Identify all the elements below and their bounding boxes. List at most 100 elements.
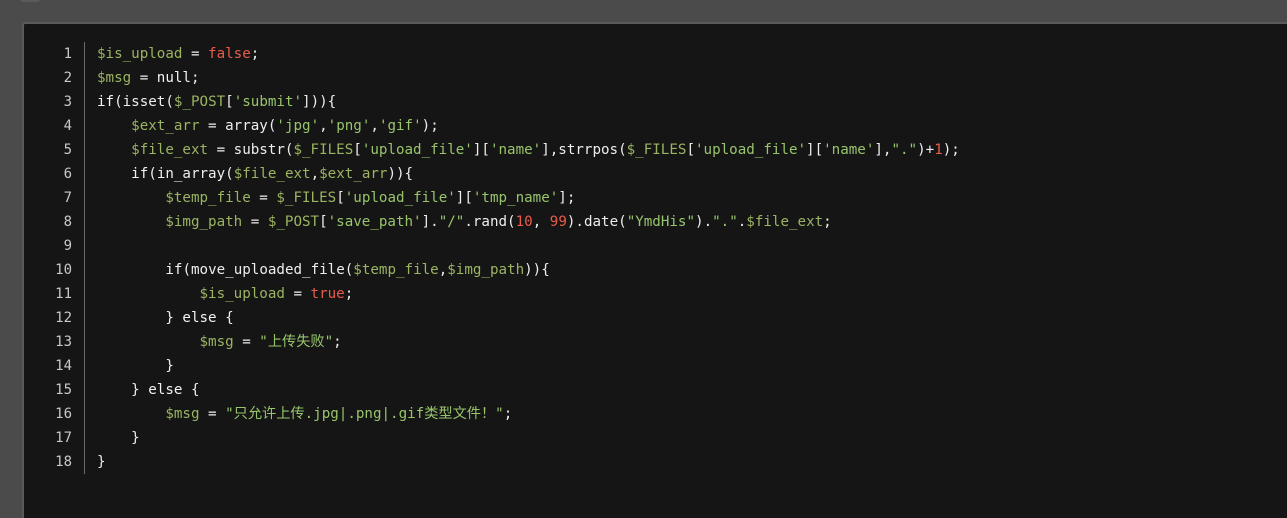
code-token: ],	[541, 142, 559, 158]
code-line: 11 $is_upload = true;	[48, 282, 1287, 306]
code-token: isset	[122, 94, 166, 110]
code-token: 'name'	[823, 142, 875, 158]
line-code: }	[97, 354, 174, 378]
line-number: 18	[55, 454, 72, 470]
code-token: ][	[806, 142, 824, 158]
code-token: (	[507, 214, 516, 230]
code-token: =	[199, 406, 226, 422]
code-token: 'submit'	[233, 94, 303, 110]
line-number: 10	[55, 262, 72, 278]
code-token: "."	[891, 142, 918, 158]
gutter-divider	[84, 114, 85, 138]
line-code: }	[97, 426, 140, 450]
code-token: true	[310, 286, 345, 302]
code-token: rand	[472, 214, 508, 230]
code-token: $_POST	[267, 214, 320, 230]
gutter-divider	[84, 402, 85, 426]
code-token: $temp_file	[353, 262, 439, 278]
line-number: 4	[63, 118, 72, 134]
code-token: else	[182, 310, 217, 326]
code-token: }	[97, 430, 140, 446]
code-token: ).	[695, 214, 713, 230]
code-token: ,	[370, 118, 379, 134]
code-token: false	[208, 46, 251, 62]
line-number: 17	[55, 430, 72, 446]
code-token: $_FILES	[293, 142, 354, 158]
code-token: [	[353, 142, 362, 158]
line-code: }	[97, 450, 106, 474]
code-token: $msg	[199, 334, 234, 350]
code-token: [	[336, 190, 345, 206]
line-code: $is_upload = false;	[97, 42, 259, 66]
code-line: 14 }	[48, 354, 1287, 378]
code-token: if	[97, 94, 115, 110]
code-token: =	[131, 70, 157, 86]
code-token: (	[344, 262, 354, 278]
code-token: [	[686, 142, 695, 158]
code-token: in_array	[156, 166, 226, 182]
code-token: [	[319, 214, 328, 230]
code-token: (	[618, 214, 627, 230]
line-code: if(in_array($file_ext,$ext_arr)){	[97, 162, 413, 186]
code-token: {	[182, 382, 200, 398]
line-number: 8	[63, 214, 72, 230]
code-token: "YmdHis"	[626, 214, 696, 230]
code-token: =	[242, 214, 268, 230]
line-code: $msg = "只允许上传.jpg|.png|.gif类型文件！";	[97, 402, 512, 426]
code-token: $ext_arr	[319, 166, 388, 182]
line-number: 1	[63, 46, 72, 62]
code-line: 17 }	[48, 426, 1287, 450]
code-token: ;	[250, 46, 260, 62]
code-token: );	[421, 118, 439, 134]
code-line: 2 $msg = null;	[48, 66, 1287, 90]
code-block[interactable]: 1 $is_upload = false; 2 $msg = null; 3 if ( iss…	[22, 22, 1287, 518]
code-token: ])){	[302, 94, 337, 110]
line-code: $img_path = $_POST['save_path']."/".rand…	[97, 210, 831, 234]
gutter-divider	[84, 210, 85, 234]
code-token: }	[97, 382, 149, 398]
gutter-divider	[84, 234, 85, 258]
code-line: 18}	[48, 450, 1287, 474]
code-token: "/"	[438, 214, 465, 230]
line-number: 15	[55, 382, 72, 398]
line-number: 14	[55, 358, 72, 374]
gutter-divider	[84, 330, 85, 354]
code-token: "只允许上传.jpg|.png|.gif类型文件！"	[225, 406, 504, 422]
code-token: );	[942, 142, 960, 158]
line-code: } else {	[97, 306, 233, 330]
code-line: 5 $file_ext = substr($_FILES['upload_fil…	[48, 138, 1287, 162]
code-line: 16 $msg = "只允许上传.jpg|.png|.gif类型文件！";	[48, 402, 1287, 426]
code-token: }	[97, 310, 183, 326]
code-line: 6 if(in_array($file_ext,$ext_arr)){	[48, 162, 1287, 186]
code-token: (	[225, 166, 234, 182]
code-line: 12 } else {	[48, 306, 1287, 330]
line-number: 7	[63, 190, 72, 206]
code-token: $msg	[97, 70, 132, 86]
code-token: ;	[344, 286, 354, 302]
code-token: 99	[549, 214, 567, 230]
line-code: } else {	[97, 378, 200, 402]
code-token: strrpos	[558, 142, 619, 158]
line-code: if(move_uploaded_file($temp_file,$img_pa…	[97, 258, 549, 282]
code-token: ,	[532, 214, 550, 230]
code-token: 'name'	[489, 142, 542, 158]
code-line: 15 } else {	[48, 378, 1287, 402]
window-handle	[20, 0, 40, 2]
code-token: =	[284, 286, 311, 302]
code-line: 9	[48, 234, 1287, 258]
code-line: 1 $is_upload = false;	[48, 42, 1287, 66]
code-token: $_FILES	[626, 142, 687, 158]
line-number: 11	[55, 286, 72, 302]
code-token: else	[148, 382, 183, 398]
code-token: }	[97, 454, 106, 470]
line-number: 3	[63, 94, 72, 110]
code-token: .	[737, 214, 747, 230]
gutter-divider	[84, 90, 85, 114]
code-token: if	[131, 166, 149, 182]
code-line: 13 $msg = "上传失败";	[48, 330, 1287, 354]
